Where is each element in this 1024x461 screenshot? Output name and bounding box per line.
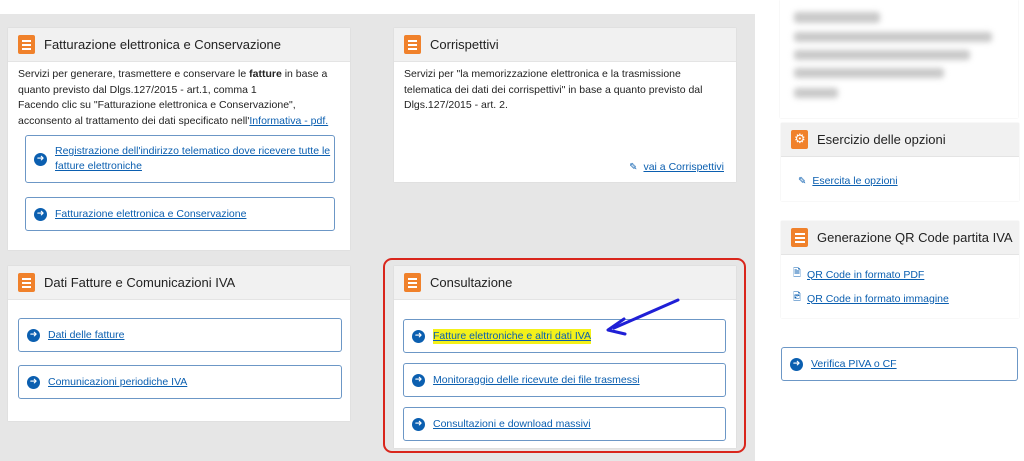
edit-icon: ✎: [629, 161, 638, 173]
blurred-text: [794, 12, 880, 23]
gear-icon: [791, 130, 808, 149]
annotation-arrow: [606, 298, 680, 336]
image-file-icon: 🖻: [793, 292, 802, 303]
fatturazione-title: Fatturazione elettronica e Conservazione: [44, 37, 282, 52]
corrispettivi-title: Corrispettivi: [430, 37, 499, 52]
qrcode-title: Generazione QR Code partita IVA: [817, 230, 1013, 245]
dati-fatture-card: Dati Fatture e Comunicazioni IVA ➜ Dati …: [8, 266, 350, 421]
fatturazione-text-1: Servizi per generare, trasmettere e cons…: [18, 68, 250, 80]
corrispettivi-description: Servizi per "la memorizzazione elettroni…: [404, 68, 703, 111]
qrcode-image-link[interactable]: 🖻 QR Code in formato immagine: [793, 290, 949, 307]
fatturazione-conservazione-label: Fatturazione elettronica e Conservazione: [55, 207, 247, 220]
fatturazione-text-bold: fatture: [249, 68, 282, 80]
fatturazione-header: Fatturazione elettronica e Conservazione: [8, 28, 350, 62]
blurred-text: [794, 32, 992, 42]
esercizio-header: Esercizio delle opzioni: [781, 123, 1019, 157]
pdf-file-icon: 🗎: [793, 268, 802, 279]
qrcode-icon: [791, 228, 808, 247]
arrow-right-icon: ➜: [27, 375, 40, 389]
registrazione-indirizzo-button[interactable]: ➜ Registrazione dell'indirizzo telematic…: [25, 135, 335, 183]
dati-fatture-title: Dati Fatture e Comunicazioni IVA: [44, 275, 236, 290]
dati-delle-fatture-button[interactable]: ➜ Dati delle fatture: [18, 318, 342, 352]
arrow-right-icon: ➜: [27, 328, 40, 342]
document-icon: [404, 35, 421, 54]
document-icon: [18, 35, 35, 54]
arrow-right-icon: ➜: [34, 207, 47, 221]
user-info-card: [780, 0, 1018, 118]
comunicazioni-iva-button[interactable]: ➜ Comunicazioni periodiche IVA: [18, 365, 342, 399]
vai-corrispettivi-label: vai a Corrispettivi: [643, 161, 724, 173]
fatturazione-card: Fatturazione elettronica e Conservazione…: [8, 28, 350, 250]
highlight-annotation-box: [383, 258, 746, 453]
verifica-piva-button[interactable]: ➜ Verifica PIVA o CF: [781, 347, 1018, 381]
edit-icon: ✎: [798, 175, 807, 187]
fatturazione-description: Servizi per generare, trasmettere e cons…: [8, 62, 350, 137]
informativa-link[interactable]: Informativa - pdf.: [249, 115, 328, 127]
blurred-text: [794, 68, 944, 78]
blurred-text: [794, 50, 970, 60]
dati-delle-fatture-label: Dati delle fatture: [48, 328, 125, 341]
qrcode-image-label: QR Code in formato immagine: [807, 292, 949, 305]
qrcode-pdf-label: QR Code in formato PDF: [807, 268, 925, 281]
qrcode-header: Generazione QR Code partita IVA: [781, 221, 1019, 255]
registrazione-indirizzo-label: Registrazione dell'indirizzo telematico …: [55, 145, 331, 172]
document-icon: [18, 273, 35, 292]
dati-fatture-header: Dati Fatture e Comunicazioni IVA: [8, 266, 350, 300]
qrcode-card: Generazione QR Code partita IVA 🗎 QR Cod…: [781, 221, 1019, 318]
blurred-text: [794, 88, 838, 98]
verifica-piva-label: Verifica PIVA o CF: [811, 357, 897, 370]
esercita-opzioni-link[interactable]: ✎ Esercita le opzioni: [798, 175, 898, 187]
corrispettivi-header: Corrispettivi: [394, 28, 736, 62]
vai-corrispettivi-link[interactable]: ✎ vai a Corrispettivi: [629, 161, 724, 173]
arrow-right-icon: ➜: [790, 357, 803, 371]
esercizio-card: Esercizio delle opzioni ✎ Esercita le op…: [781, 123, 1019, 201]
esercita-opzioni-label: Esercita le opzioni: [812, 175, 898, 187]
corrispettivi-card: Corrispettivi Servizi per "la memorizzaz…: [394, 28, 736, 182]
comunicazioni-iva-label: Comunicazioni periodiche IVA: [48, 375, 188, 388]
arrow-right-icon: ➜: [34, 152, 47, 166]
fatturazione-conservazione-button[interactable]: ➜ Fatturazione elettronica e Conservazio…: [25, 197, 335, 231]
esercizio-title: Esercizio delle opzioni: [817, 132, 946, 147]
qrcode-pdf-link[interactable]: 🗎 QR Code in formato PDF: [793, 266, 924, 283]
